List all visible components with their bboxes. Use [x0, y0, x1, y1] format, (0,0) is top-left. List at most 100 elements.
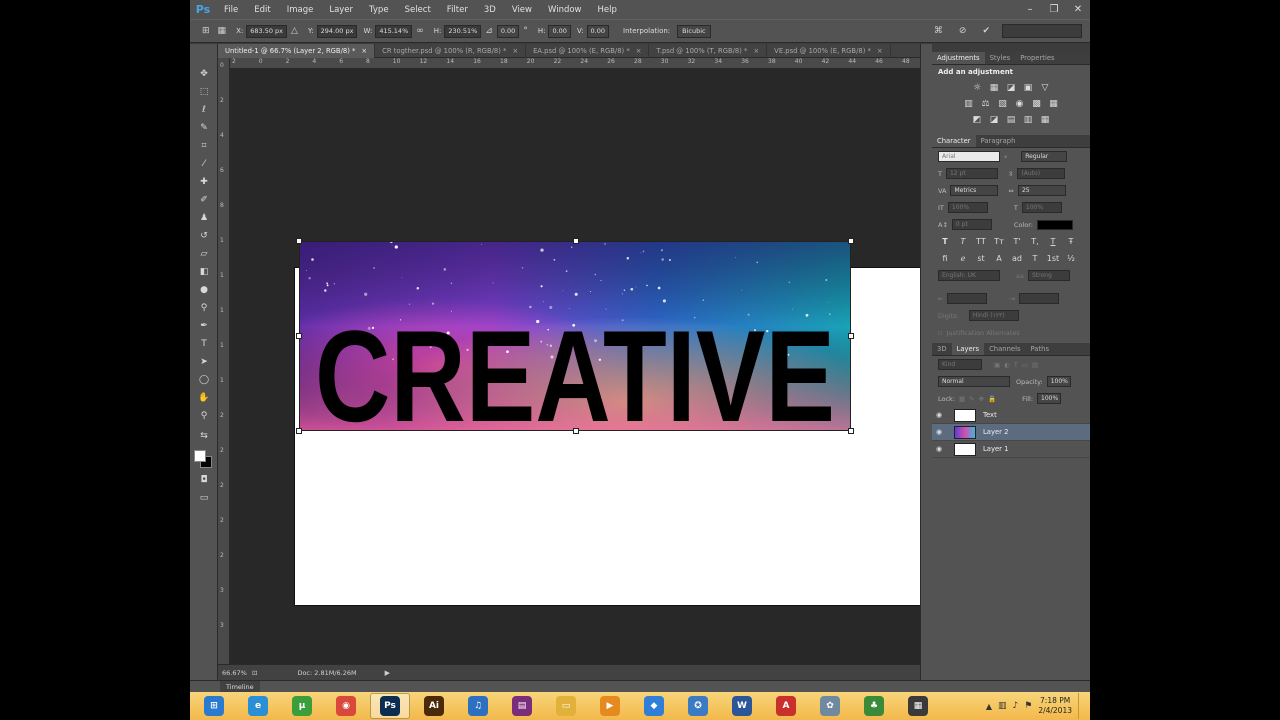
antialias-select[interactable]: Strong [1027, 270, 1070, 281]
stamp-tool-icon[interactable]: ♟ [196, 210, 212, 225]
taskbar-app-tree[interactable]: ♣ [854, 693, 894, 719]
font-size-field[interactable]: 12 pt [945, 168, 998, 179]
tab-close-icon[interactable]: × [512, 47, 518, 55]
filter-smart-icon[interactable]: ▤ [1032, 361, 1038, 369]
taskbar-acrobat[interactable]: A [766, 693, 806, 719]
transform-handle[interactable] [848, 428, 854, 434]
brush-tool-icon[interactable]: ✐ [196, 192, 212, 207]
all-caps-button[interactable]: TT [974, 237, 988, 246]
taskbar-winrar[interactable]: ▤ [502, 693, 542, 719]
channel-mixer-icon[interactable]: ▩ [1029, 97, 1044, 111]
x-field[interactable]: 683.50 px [246, 24, 288, 38]
close-button[interactable]: ✕ [1066, 0, 1090, 19]
taskbar-chrome[interactable]: ◉ [326, 693, 366, 719]
tab-layers[interactable]: Layers [951, 343, 985, 355]
stylistic-button[interactable]: st [974, 254, 988, 263]
menu-type[interactable]: Type [361, 5, 397, 15]
color-balance-icon[interactable]: ⚖ [978, 97, 993, 111]
fill-field[interactable]: 100% [1037, 393, 1062, 404]
lock-image-icon[interactable]: ✎ [969, 395, 974, 403]
leading-field[interactable]: (Auto) [1017, 168, 1066, 179]
underline-button[interactable]: T [1046, 237, 1060, 246]
taskbar-photoshop[interactable]: Ps [370, 693, 410, 719]
taskbar-app-ball[interactable]: ✪ [678, 693, 718, 719]
ruler-vertical[interactable]: 0 2 4 6 8 1 1 1 1 1 2 2 2 2 2 3 3 [218, 58, 230, 664]
eyedropper-tool-icon[interactable]: ⁄ [196, 156, 212, 171]
selective-color-icon[interactable]: ▦ [1038, 113, 1053, 127]
quick-select-tool-icon[interactable]: ✎ [196, 120, 212, 135]
gradient-tool-icon[interactable]: ◧ [196, 264, 212, 279]
tab-close-icon[interactable]: × [361, 47, 367, 55]
menu-layer[interactable]: Layer [321, 5, 361, 15]
layer-filter-select[interactable]: Kind [938, 359, 982, 370]
tab-character[interactable]: Character [932, 135, 976, 147]
menu-file[interactable]: File [216, 5, 246, 15]
lock-position-icon[interactable]: ✥ [979, 395, 984, 403]
eye-icon[interactable]: ◉ [932, 428, 946, 436]
timeline-tab[interactable]: Timeline [220, 681, 260, 692]
taskbar-internet-explorer[interactable]: e [238, 693, 278, 719]
tab-paths[interactable]: Paths [1026, 343, 1054, 355]
horizontal-scale-field[interactable]: 100% [1021, 202, 1062, 213]
faux-bold-button[interactable]: T [938, 237, 952, 246]
hue-saturation-icon[interactable]: ▥ [961, 97, 976, 111]
small-caps-button[interactable]: Tт [992, 237, 1006, 246]
language-select[interactable]: English: UK [938, 270, 1000, 281]
menu-3d[interactable]: 3D [476, 5, 504, 15]
show-desktop-button[interactable] [1078, 693, 1086, 719]
tab-untitled-1[interactable]: Untitled-1 @ 66.7% (Layer 2, RGB/8) * × [218, 44, 376, 58]
tab-properties[interactable]: Properties [1015, 52, 1059, 64]
layer-row-layer-1[interactable]: ◉ Layer 1 [932, 441, 1090, 458]
taskbar-explorer[interactable]: ▭ [546, 693, 586, 719]
width-field[interactable]: 415.14% [375, 24, 413, 38]
eye-icon[interactable]: ◉ [932, 411, 946, 419]
filter-shape-icon[interactable]: ▭ [1022, 361, 1028, 369]
indent-field[interactable] [947, 293, 988, 304]
vibrance-icon[interactable]: ▽ [1038, 81, 1053, 95]
restore-button[interactable]: ❐ [1042, 0, 1066, 19]
menu-window[interactable]: Window [540, 5, 590, 15]
menu-filter[interactable]: Filter [439, 5, 476, 15]
transform-handle[interactable] [296, 333, 302, 339]
filter-adjustment-icon[interactable]: ◐ [1004, 361, 1010, 369]
levels-icon[interactable]: ▦ [987, 81, 1002, 95]
transform-handle[interactable] [848, 333, 854, 339]
brightness-icon[interactable]: ☼ [970, 81, 985, 95]
taskbar-utorrent[interactable]: µ [282, 693, 322, 719]
foreground-color-swatch[interactable] [194, 450, 206, 462]
cancel-transform-icon[interactable]: ⊘ [959, 26, 967, 36]
menu-help[interactable]: Help [590, 5, 625, 15]
tracking-field[interactable]: 25 [1017, 185, 1066, 196]
layer-row-text[interactable]: ◉ Text [932, 407, 1090, 424]
shape-tool-icon[interactable]: ◯ [196, 372, 212, 387]
taskbar-media-player[interactable]: ▶ [590, 693, 630, 719]
posterize-icon[interactable]: ◪ [987, 113, 1002, 127]
filter-type-icon[interactable]: T [1014, 361, 1018, 369]
discretionary-button[interactable]: ad [1010, 254, 1024, 263]
titling-button[interactable]: A [992, 254, 1006, 263]
transform-bounding-box[interactable] [296, 238, 854, 434]
warp-icon[interactable]: ⌘ [934, 26, 943, 36]
lock-transparent-icon[interactable]: ▦ [959, 395, 965, 403]
flag-icon[interactable]: ⚑ [1024, 701, 1032, 711]
filter-pixel-icon[interactable]: ▣ [994, 361, 1000, 369]
y-field[interactable]: 294.00 px [316, 24, 358, 38]
workspace-search[interactable] [1002, 24, 1082, 38]
digits-select[interactable]: Hindi (١٢٣) [968, 310, 1019, 321]
tab-ea[interactable]: EA.psd @ 100% (E, RGB/8) * × [526, 44, 650, 58]
move-tool-icon[interactable]: ✥ [196, 66, 212, 81]
tab-3d[interactable]: 3D [932, 343, 952, 355]
transform-handle[interactable] [573, 238, 579, 244]
tab-close-icon[interactable]: × [753, 47, 759, 55]
taskbar-start[interactable]: ⊞ [194, 693, 234, 719]
transform-handle[interactable] [573, 428, 579, 434]
superscript-button[interactable]: T' [1010, 237, 1024, 246]
transform-handle[interactable] [296, 238, 302, 244]
screen-mode-icon[interactable]: ▭ [196, 490, 212, 505]
opacity-field[interactable]: 100% [1046, 376, 1071, 387]
blend-mode-select[interactable]: Normal [938, 376, 1010, 387]
tab-styles[interactable]: Styles [985, 52, 1016, 64]
transform-handle[interactable] [296, 428, 302, 434]
tab-t[interactable]: T.psd @ 100% (T, RGB/8) * × [649, 44, 768, 58]
hskew-field[interactable]: 0.00 [548, 24, 571, 38]
